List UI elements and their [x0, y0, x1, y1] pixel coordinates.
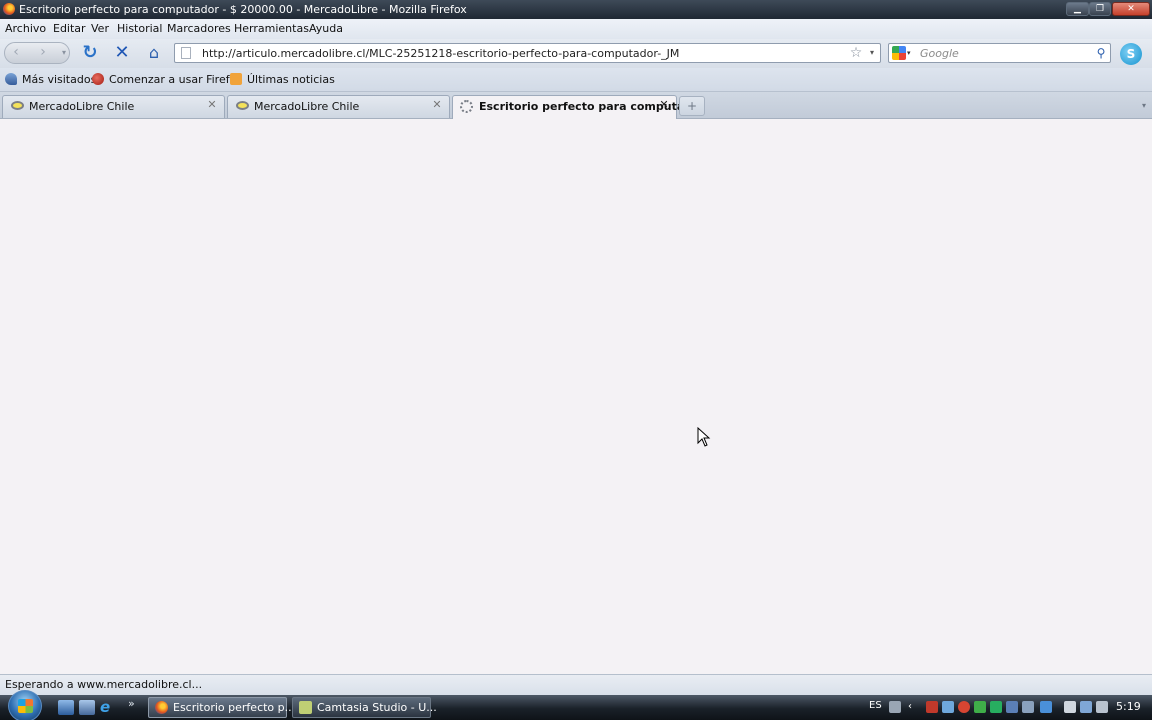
address-bar[interactable]: ☆ ▾ [174, 43, 881, 63]
new-tab-button[interactable]: + [679, 96, 705, 116]
google-engine-icon[interactable] [892, 46, 906, 60]
mouse-cursor-icon [697, 427, 711, 447]
bookmark-ultimas-noticias[interactable]: Últimas noticias [230, 73, 335, 87]
tray-app-icon[interactable] [958, 701, 970, 713]
most-visited-icon [5, 73, 17, 85]
taskbar-firefox-button[interactable]: Escritorio perfecto p... [148, 697, 295, 718]
tray-app-icon[interactable] [1022, 701, 1034, 713]
bookmark-star-icon[interactable]: ☆ [848, 45, 864, 61]
status-bar: Esperando a www.mercadolibre.cl... [0, 674, 1152, 695]
tray-app-icon[interactable] [974, 701, 986, 713]
tab-close-icon[interactable]: ✕ [206, 99, 218, 111]
start-button[interactable] [8, 690, 42, 720]
show-desktop-icon[interactable] [58, 700, 74, 715]
battery-icon[interactable] [1064, 701, 1076, 713]
windows-logo-icon [18, 699, 33, 713]
menu-bar: Archivo Editar Ver Historial Marcadores … [0, 19, 1152, 39]
loading-spinner-icon [460, 100, 473, 113]
page-icon [181, 47, 191, 59]
navigation-toolbar: ‹ › ▾ ↻ ✕ ⌂ ☆ ▾ ▾ ⚲ S [0, 39, 1152, 68]
taskbar-button-label: Camtasia Studio - U... [317, 701, 437, 714]
tab-list-dropdown-icon[interactable]: ▾ [1136, 96, 1152, 116]
tray-app-icon[interactable] [1040, 701, 1052, 713]
switch-windows-icon[interactable] [79, 700, 95, 715]
firefox-start-icon [92, 73, 104, 85]
clock[interactable]: 5:19 [1116, 700, 1141, 713]
window-title-bar[interactable]: Escritorio perfecto para computador - $ … [0, 0, 1152, 19]
stop-button[interactable]: ✕ [111, 42, 133, 64]
url-input[interactable] [202, 45, 842, 61]
menu-marcadores[interactable]: Marcadores [167, 22, 231, 35]
internet-explorer-icon[interactable]: e [100, 700, 116, 715]
language-indicator[interactable]: ES [869, 700, 882, 711]
search-bar[interactable]: ▾ ⚲ [888, 43, 1111, 63]
tab-bar: MercadoLibre Chile ✕ MercadoLibre Chile … [0, 92, 1152, 119]
camtasia-icon [299, 701, 312, 714]
back-button[interactable]: ‹ [4, 42, 28, 64]
tab-label: MercadoLibre Chile [29, 100, 135, 113]
menu-archivo[interactable]: Archivo [5, 22, 46, 35]
engine-dropdown-icon[interactable]: ▾ [907, 47, 915, 59]
bookmark-label: Comenzar a usar Firefox [109, 73, 243, 86]
menu-herramientas[interactable]: Herramientas [234, 22, 309, 35]
menu-historial[interactable]: Historial [117, 22, 162, 35]
close-window-button[interactable]: ✕ [1112, 2, 1150, 16]
mercadolibre-favicon [236, 101, 249, 110]
maximize-button[interactable]: ❐ [1089, 2, 1111, 16]
tab-close-icon[interactable]: ✕ [658, 99, 670, 111]
tab-mercadolibre-1[interactable]: MercadoLibre Chile ✕ [2, 95, 225, 118]
bookmark-label: Últimas noticias [247, 73, 335, 86]
bookmark-comenzar-firefox[interactable]: Comenzar a usar Firefox [92, 73, 243, 87]
forward-button[interactable]: › [30, 42, 56, 64]
quicklaunch-more-icon[interactable]: » [128, 697, 144, 712]
bookmark-mas-visitados[interactable]: Más visitados [5, 73, 96, 87]
window-title: Escritorio perfecto para computador - $ … [19, 3, 467, 16]
search-icon[interactable]: ⚲ [1093, 45, 1109, 61]
tab-mercadolibre-2[interactable]: MercadoLibre Chile ✕ [227, 95, 450, 118]
history-dropdown-icon[interactable]: ▾ [58, 43, 70, 63]
skype-icon[interactable]: S [1120, 43, 1142, 65]
bookmarks-toolbar: Más visitados Comenzar a usar Firefox Úl… [0, 68, 1152, 92]
tab-escritorio-active[interactable]: Escritorio perfecto para computa... ✕ [452, 95, 697, 119]
rss-feed-icon [230, 73, 242, 85]
bookmark-label: Más visitados [22, 73, 97, 86]
url-history-dropdown-icon[interactable]: ▾ [867, 46, 877, 60]
menu-ayuda[interactable]: Ayuda [309, 22, 343, 35]
home-button[interactable]: ⌂ [143, 42, 165, 64]
minimize-button[interactable]: ▁ [1066, 2, 1089, 16]
status-text: Esperando a www.mercadolibre.cl... [5, 678, 203, 691]
tab-close-icon[interactable]: ✕ [431, 99, 443, 111]
windows-taskbar: e » Escritorio perfecto p... Camtasia St… [0, 690, 1152, 720]
taskbar-button-label: Escritorio perfecto p... [173, 701, 296, 714]
volume-icon[interactable] [1096, 701, 1108, 713]
keyboard-tray-icon[interactable] [889, 701, 901, 713]
menu-editar[interactable]: Editar [53, 22, 86, 35]
page-content[interactable] [0, 119, 1152, 674]
search-input[interactable] [920, 45, 1090, 61]
tab-label: MercadoLibre Chile [254, 100, 360, 113]
tray-app-icon[interactable] [942, 701, 954, 713]
tray-app-icon[interactable] [926, 701, 938, 713]
tray-expand-icon[interactable]: ‹ [908, 701, 920, 713]
tray-app-icon[interactable] [990, 701, 1002, 713]
menu-ver[interactable]: Ver [91, 22, 109, 35]
tray-app-icon[interactable] [1006, 701, 1018, 713]
mercadolibre-favicon [11, 101, 24, 110]
reload-button[interactable]: ↻ [79, 42, 101, 64]
firefox-icon [155, 701, 168, 714]
network-icon[interactable] [1080, 701, 1092, 713]
taskbar-camtasia-button[interactable]: Camtasia Studio - U... [292, 697, 437, 718]
firefox-icon [3, 3, 15, 15]
